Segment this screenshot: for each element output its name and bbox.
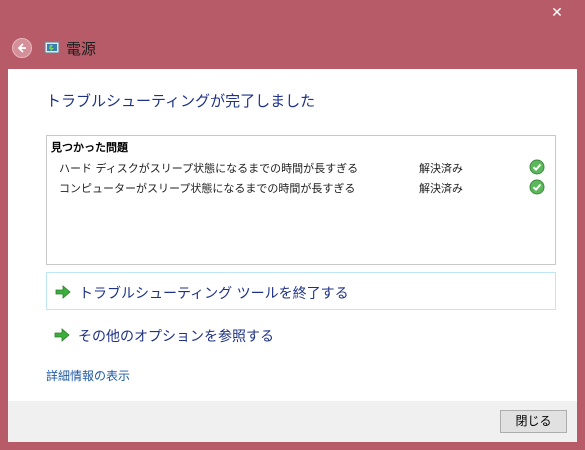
back-button[interactable] — [12, 38, 32, 58]
content-panel: トラブルシューティングが完了しました 見つかった問題 ハード ディスクがスリープ… — [8, 69, 577, 401]
window-title: 電源 — [66, 40, 97, 58]
green-arrow-icon — [54, 328, 70, 342]
close-troubleshooter-option[interactable]: トラブルシューティング ツールを終了する — [46, 272, 556, 310]
problem-name: ハード ディスクがスリープ状態になるまでの時間が長すぎる — [59, 162, 359, 175]
view-details-link[interactable]: 詳細情報の表示 — [46, 367, 130, 384]
close-troubleshooter-label: トラブルシューティング ツールを終了する — [79, 286, 349, 302]
troubleshooter-window: ✕ 電源 トラブルシューティングが完了しました 見つかった問題 ハード ディスク… — [0, 0, 585, 450]
back-arrow-icon — [17, 43, 26, 53]
problems-header: 見つかった問題 — [51, 141, 128, 154]
problem-name: コンピューターがスリープ状態になるまでの時間が長すぎる — [59, 182, 356, 195]
problem-row: コンピューターがスリープ状態になるまでの時間が長すぎる 解決済み — [59, 178, 549, 196]
page-heading: トラブルシューティングが完了しました — [46, 92, 316, 110]
title-bar: 電源 — [0, 34, 585, 62]
check-icon — [529, 179, 545, 195]
problem-status: 解決済み — [419, 182, 463, 195]
problems-found-box: 見つかった問題 ハード ディスクがスリープ状態になるまでの時間が長すぎる 解決済… — [46, 135, 556, 265]
problem-status: 解決済み — [419, 162, 463, 175]
window-close-button[interactable]: ✕ — [547, 4, 567, 22]
power-troubleshooter-icon — [44, 41, 60, 54]
explore-options-label: その他のオプションを参照する — [78, 329, 274, 345]
close-button[interactable]: 閉じる — [500, 410, 567, 433]
footer-bar: 閉じる — [8, 401, 577, 442]
check-icon — [529, 159, 545, 175]
green-arrow-icon — [55, 285, 71, 299]
explore-options-option[interactable]: その他のオプションを参照する — [46, 316, 556, 354]
problem-row: ハード ディスクがスリープ状態になるまでの時間が長すぎる 解決済み — [59, 158, 549, 176]
